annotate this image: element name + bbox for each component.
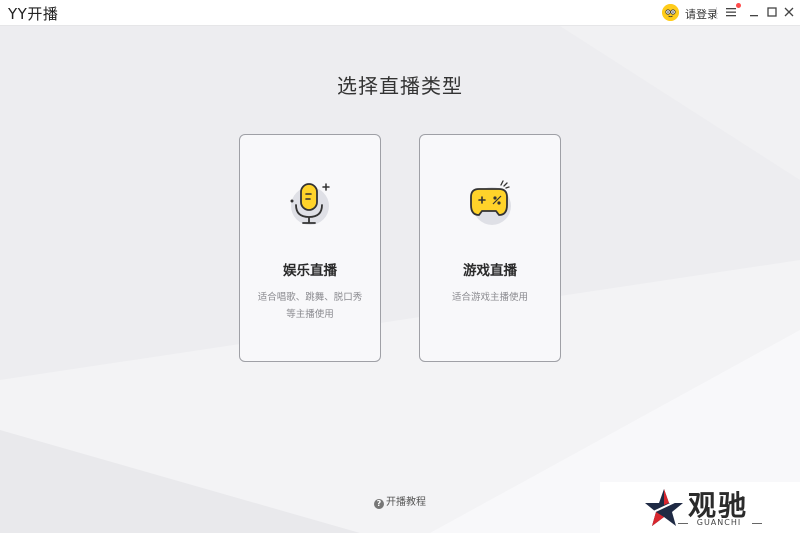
card-title: 游戏直播 [463,263,517,279]
close-icon [784,7,794,17]
menu-button[interactable] [723,3,741,20]
app-title: YY开播 [8,5,59,23]
card-title: 娱乐直播 [283,263,337,279]
title-bar-divider [716,7,717,19]
minimize-icon [750,15,758,17]
maximize-icon [767,7,777,17]
gamepad-icon [462,175,518,231]
tutorial-label: 开播教程 [386,497,426,508]
close-button[interactable] [781,4,797,20]
watermark-subtitle: GUANCHI [696,518,742,527]
game-live-card[interactable]: 游戏直播 适合游戏主播使用 [419,134,561,362]
avatar[interactable] [662,4,679,21]
menu-icon [726,8,736,17]
card-description: 适合游戏主播使用 [451,292,528,303]
login-link[interactable]: 请登录 [685,6,718,22]
page-heading: 选择直播类型 [337,74,463,98]
notification-dot [736,3,741,8]
help-icon: ? [374,499,384,509]
card-description: 适合唱歌、跳舞、脱口秀等主播使用 [257,292,363,320]
watermark-rule [752,523,762,524]
maximize-button[interactable] [764,4,780,20]
entertainment-live-card[interactable]: 娱乐直播 适合唱歌、跳舞、脱口秀等主播使用 [239,134,381,362]
microphone-icon [282,175,338,231]
title-bar: YY开播 请登录 [0,0,800,26]
watermark-rule [678,523,688,524]
minimize-button[interactable] [746,4,762,20]
